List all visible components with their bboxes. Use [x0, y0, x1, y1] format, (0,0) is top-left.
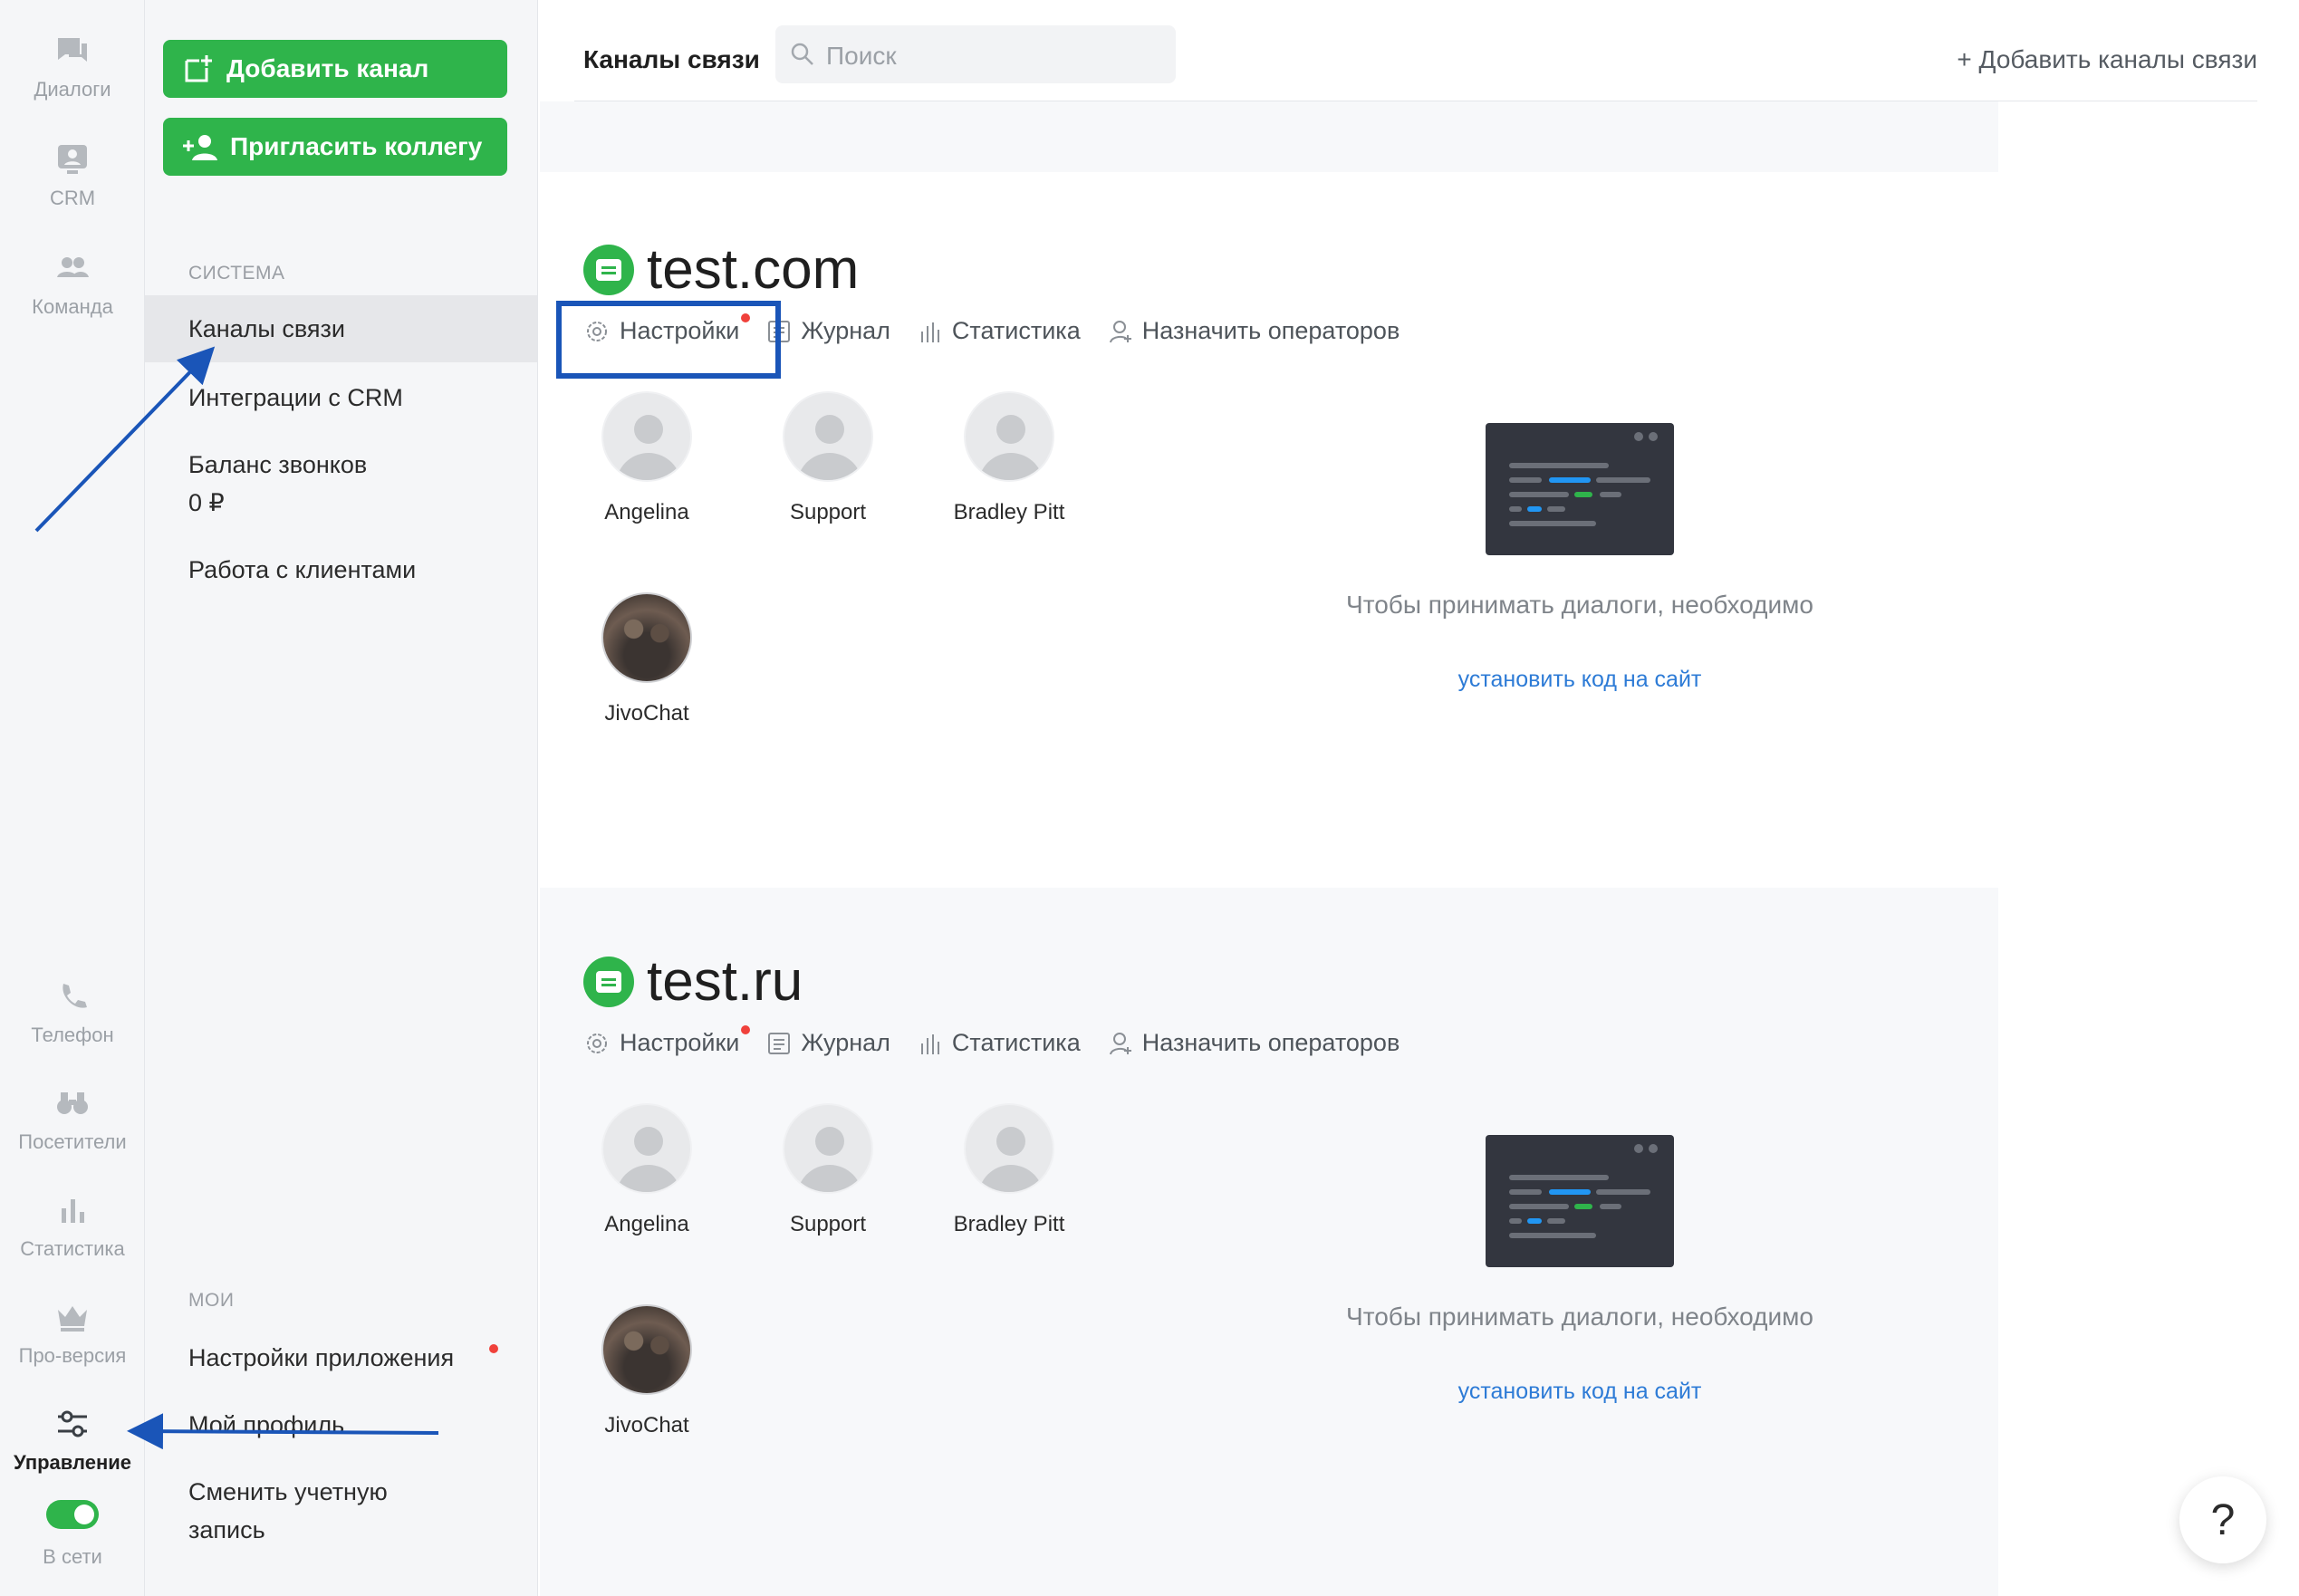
- tab-statistics[interactable]: Статистика: [918, 1029, 1081, 1057]
- code-illustration: [1486, 1135, 1674, 1267]
- operator-card[interactable]: JivoChat: [583, 592, 710, 726]
- chat-channel-icon: [583, 956, 634, 1007]
- page-title: Каналы связи: [583, 45, 760, 73]
- help-button[interactable]: ?: [2179, 1476, 2266, 1563]
- gear-icon: [587, 1033, 607, 1053]
- phone-icon: [63, 984, 87, 1008]
- rail-item-dialogs[interactable]: Диалоги: [0, 33, 145, 101]
- journal-icon: [768, 1032, 791, 1054]
- sidebar-item-crm-integrations[interactable]: Интеграции с CRM: [145, 379, 537, 417]
- rail-item-visitors[interactable]: Посетители: [0, 1085, 145, 1154]
- channel-name: test.ru: [647, 950, 803, 1013]
- operator-card[interactable]: Bradley Pitt: [946, 1103, 1073, 1237]
- install-code-link[interactable]: установить код на сайт: [1294, 1379, 1866, 1405]
- install-hint: Чтобы принимать диалоги, необходимо: [1346, 1303, 1813, 1331]
- operator-card[interactable]: JivoChat: [583, 1304, 710, 1438]
- notification-dot: [741, 1025, 751, 1034]
- add-user-icon: [1109, 320, 1131, 342]
- avatar-placeholder: [601, 391, 692, 482]
- operator-card[interactable]: Support: [765, 1103, 891, 1237]
- channel-card: test.ru Настройки Журнал Статистика Назн…: [540, 949, 1998, 1583]
- tab-settings[interactable]: Настройки: [583, 1025, 751, 1057]
- chat-channel-icon: [583, 244, 634, 295]
- channel-header: test.ru: [583, 949, 803, 1014]
- add-channels-link[interactable]: + Добавить каналы связи: [1957, 45, 2257, 74]
- tab-statistics[interactable]: Статистика: [918, 317, 1081, 345]
- operator-card[interactable]: Angelina: [583, 391, 710, 525]
- rail-item-team[interactable]: Команда: [0, 250, 145, 319]
- rail-item-phone[interactable]: Телефон: [0, 978, 145, 1047]
- sidebar-item-channels[interactable]: Каналы связи: [145, 295, 537, 362]
- tab-journal[interactable]: Журнал: [766, 1029, 890, 1057]
- search-input[interactable]: Поиск: [775, 25, 1176, 83]
- operator-card[interactable]: Bradley Pitt: [946, 391, 1073, 525]
- tab-journal[interactable]: Журнал: [766, 317, 890, 345]
- settings-highlight-frame: [556, 301, 781, 379]
- avatar-placeholder: [783, 1103, 873, 1194]
- operator-card[interactable]: Support: [765, 391, 891, 525]
- settings-sidebar: Добавить канал Пригласить коллегу СИСТЕМ…: [145, 0, 538, 1596]
- stats-icon: [62, 1199, 84, 1223]
- avatar-placeholder: [964, 391, 1054, 482]
- team-icon: [57, 257, 89, 277]
- sidebar-item-my-profile[interactable]: Мой профиль: [145, 1406, 537, 1444]
- tab-assign-operators[interactable]: Назначить операторов: [1108, 317, 1400, 345]
- channel-card: test.com Настройки Журнал Статистика Наз…: [540, 237, 1998, 871]
- crm-icon: [58, 145, 87, 174]
- add-channel-icon: [185, 55, 212, 82]
- section-my-label: МОИ: [188, 1290, 235, 1311]
- call-balance-value: 0 ₽: [188, 489, 225, 516]
- crown-icon: [58, 1306, 87, 1332]
- sidebar-item-clients[interactable]: Работа с клиентами: [145, 551, 537, 589]
- channel-name: test.com: [647, 238, 860, 301]
- left-rail: Диалоги CRM Команда Телефон Посетители С…: [0, 0, 145, 1596]
- add-channel-button[interactable]: Добавить канал: [163, 40, 507, 98]
- install-code-link[interactable]: установить код на сайт: [1294, 667, 1866, 693]
- rail-item-crm[interactable]: CRM: [0, 141, 145, 210]
- call-balance-label: Баланс звонков: [188, 451, 368, 478]
- rail-item-stats[interactable]: Статистика: [0, 1192, 145, 1261]
- section-divider: [540, 101, 1998, 172]
- rail-item-manage[interactable]: Управление: [0, 1406, 145, 1475]
- online-status: В сети: [43, 1545, 102, 1568]
- invite-colleague-button[interactable]: Пригласить коллегу: [163, 118, 507, 176]
- bar-chart-icon: [920, 322, 939, 342]
- add-user-icon: [183, 135, 217, 160]
- code-illustration: [1486, 423, 1674, 555]
- channel-tabs: Настройки Журнал Статистика Назначить оп…: [583, 1025, 1400, 1057]
- search-placeholder: Поиск: [826, 42, 897, 70]
- avatar-photo: [601, 592, 692, 683]
- sliders-icon: [58, 1410, 87, 1437]
- operator-card[interactable]: Angelina: [583, 1103, 710, 1237]
- search-icon: [791, 43, 813, 65]
- bar-chart-icon: [920, 1034, 939, 1054]
- channel-header: test.com: [583, 237, 859, 302]
- binoculars-icon: [57, 1092, 88, 1114]
- tab-assign-operators[interactable]: Назначить операторов: [1108, 1029, 1400, 1057]
- add-user-icon: [1109, 1032, 1131, 1054]
- avatar-photo: [601, 1304, 692, 1395]
- top-bar: Каналы связи Поиск + Добавить каналы свя…: [574, 0, 2257, 101]
- sidebar-item-app-settings[interactable]: Настройки приложения: [145, 1339, 537, 1377]
- rail-item-pro[interactable]: Про-версия: [0, 1299, 145, 1368]
- dialogs-icon: [58, 38, 87, 62]
- avatar-placeholder: [601, 1103, 692, 1194]
- avatar-placeholder: [964, 1103, 1054, 1194]
- sidebar-item-call-balance[interactable]: Баланс звонков 0 ₽: [145, 446, 537, 522]
- section-system-label: СИСТЕМА: [188, 263, 285, 284]
- install-hint: Чтобы принимать диалоги, необходимо: [1346, 591, 1813, 619]
- notification-dot: [489, 1344, 498, 1353]
- online-toggle[interactable]: [46, 1500, 99, 1529]
- avatar-placeholder: [783, 391, 873, 482]
- sidebar-item-switch-account[interactable]: Сменить учетную запись: [145, 1473, 537, 1549]
